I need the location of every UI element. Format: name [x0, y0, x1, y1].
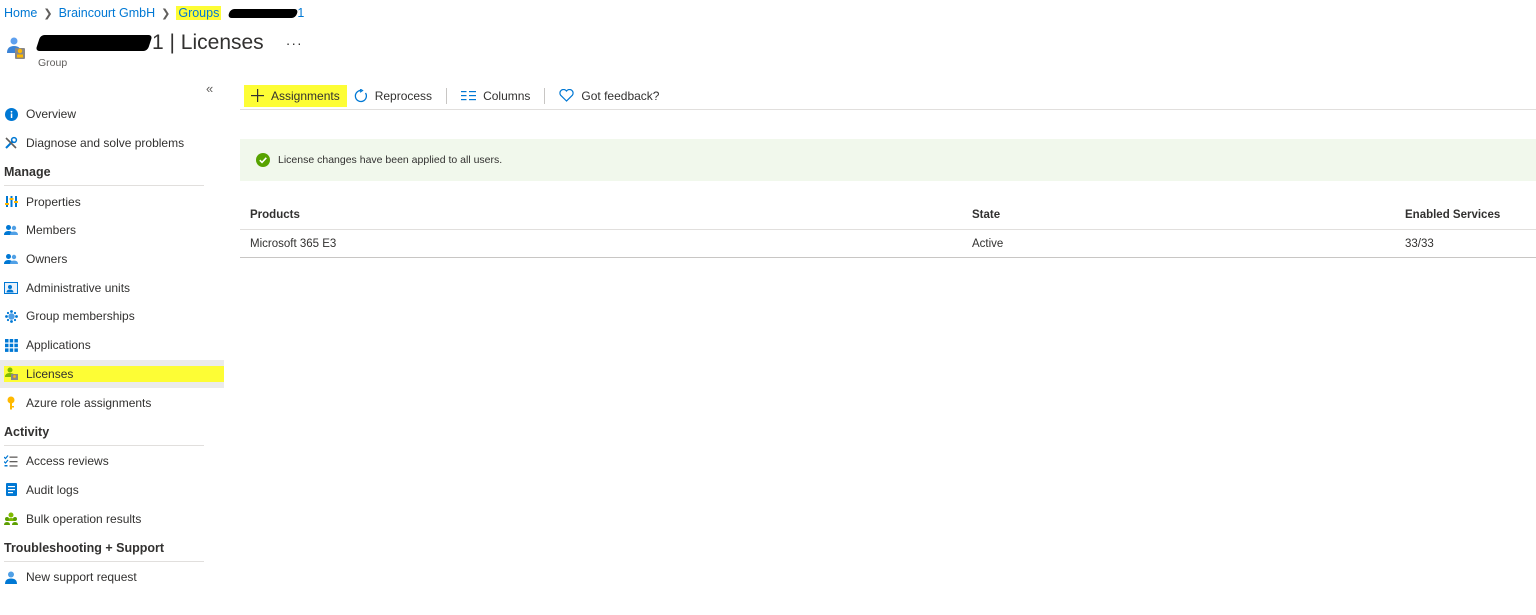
sidebar-item-licenses[interactable]: Licenses [0, 359, 224, 389]
sidebar-item-owners[interactable]: Owners [0, 245, 224, 274]
title-row: 1 | Licenses ··· [35, 30, 303, 56]
reprocess-label: Reprocess [374, 88, 433, 103]
sidebar-item-access-reviews[interactable]: Access reviews [0, 447, 224, 476]
wrench-icon [4, 136, 18, 150]
support-request-icon [4, 570, 18, 584]
toolbar-divider [544, 87, 546, 104]
sidebar-item-label: Members [26, 223, 77, 238]
breadcrumb-separator: ❯ [43, 7, 53, 20]
key-icon [4, 396, 18, 410]
breadcrumb-separator: ❯ [161, 7, 171, 20]
redacted-group-name [227, 8, 299, 18]
refresh-icon [354, 88, 368, 103]
group-icon [6, 36, 28, 60]
collapse-sidebar-button[interactable]: « [206, 81, 213, 96]
sidebar-item-administrative-units[interactable]: Administrative units [0, 273, 224, 302]
sidebar-item-label: Licenses [26, 366, 74, 381]
sidebar-item-audit-logs[interactable]: Audit logs [0, 476, 224, 505]
feedback-button[interactable]: Got feedback? [552, 85, 666, 107]
feedback-label: Got feedback? [581, 88, 660, 103]
group-memberships-icon [4, 309, 18, 323]
audit-logs-icon [4, 483, 18, 497]
table-row[interactable]: Microsoft 365 E3 Active 33/33 [240, 230, 1536, 258]
breadcrumb-tenant[interactable]: Braincourt GmbH [59, 6, 156, 20]
sidebar: Overview Diagnose and solve problems Man… [0, 100, 224, 592]
reprocess-button[interactable]: Reprocess [347, 85, 439, 107]
sidebar-item-applications[interactable]: Applications [0, 331, 224, 360]
heart-icon [559, 89, 575, 102]
sidebar-item-label: Group memberships [26, 309, 135, 324]
add-assignments-button[interactable]: Assignments [244, 84, 347, 107]
members-icon [4, 223, 18, 237]
sidebar-item-diagnose[interactable]: Diagnose and solve problems [0, 129, 224, 158]
column-header-enabled-services[interactable]: Enabled Services [1405, 209, 1535, 221]
section-header-manage: Manage [0, 157, 224, 187]
licenses-icon [4, 367, 18, 381]
enabled-services-cell: 33/33 [1405, 237, 1434, 250]
licenses-table: Products State Enabled Services Microsof… [240, 200, 1536, 258]
column-header-products[interactable]: Products [250, 209, 972, 221]
notification-text: License changes have been applied to all… [278, 154, 503, 166]
columns-button[interactable]: Columns [454, 85, 537, 107]
sidebar-item-label: Audit logs [26, 482, 79, 497]
assignments-label: Assignments [271, 88, 340, 103]
sidebar-item-properties[interactable]: Properties [0, 187, 224, 216]
check-circle-icon [256, 153, 270, 167]
sidebar-item-azure-role-assignments[interactable]: Azure role assignments [0, 388, 224, 417]
sidebar-item-bulk-operation-results[interactable]: Bulk operation results [0, 504, 224, 533]
sidebar-item-label: Azure role assignments [26, 395, 152, 410]
sidebar-item-group-memberships[interactable]: Group memberships [0, 302, 224, 331]
columns-icon [461, 90, 477, 101]
sidebar-item-label: Applications [26, 338, 91, 353]
redacted-title [35, 35, 153, 51]
access-reviews-icon [4, 454, 18, 468]
breadcrumb-home[interactable]: Home [4, 6, 37, 20]
sidebar-item-label: Properties [26, 194, 81, 209]
state-cell: Active [972, 237, 1004, 250]
sidebar-item-new-support-request[interactable]: New support request [0, 563, 224, 592]
sidebar-item-members[interactable]: Members [0, 216, 224, 245]
plus-icon [251, 89, 264, 102]
info-icon [4, 107, 18, 121]
section-header-troubleshooting: Troubleshooting + Support [0, 533, 224, 563]
column-header-state[interactable]: State [972, 209, 1405, 221]
applications-icon [4, 338, 18, 352]
sidebar-item-label: Overview [26, 107, 77, 122]
sidebar-item-label: New support request [26, 570, 137, 585]
sidebar-item-label: Diagnose and solve problems [26, 136, 185, 151]
admin-units-icon [4, 281, 18, 295]
section-header-activity: Activity [0, 417, 224, 447]
toolbar-divider [446, 87, 448, 104]
sidebar-item-highlight: Licenses [4, 365, 224, 382]
sidebar-item-overview[interactable]: Overview [0, 100, 224, 129]
sidebar-item-label: Owners [26, 252, 68, 267]
sidebar-item-label: Access reviews [26, 454, 109, 469]
sidebar-item-label: Administrative units [26, 280, 131, 295]
table-header: Products State Enabled Services [240, 200, 1536, 230]
breadcrumb: Home ❯ Braincourt GmbH ❯ Groups 1 [4, 5, 304, 21]
page-header: 1 | Licenses ··· Group [4, 30, 604, 74]
owners-icon [4, 252, 18, 266]
page-title: 1 | Licenses [152, 31, 264, 54]
product-cell: Microsoft 365 E3 [250, 237, 337, 250]
command-bar: Assignments Reprocess Columns Got feedba… [240, 82, 1536, 110]
more-options-button[interactable]: ··· [286, 35, 303, 51]
page-subtitle: Group [38, 57, 68, 69]
breadcrumb-groups[interactable]: Groups [176, 6, 222, 20]
columns-label: Columns [483, 88, 531, 103]
sidebar-item-label: Bulk operation results [26, 511, 142, 526]
bulk-operation-icon [4, 512, 18, 526]
properties-icon [4, 195, 18, 209]
success-notification: License changes have been applied to all… [240, 139, 1536, 181]
breadcrumb-group-suffix[interactable]: 1 [297, 6, 304, 20]
